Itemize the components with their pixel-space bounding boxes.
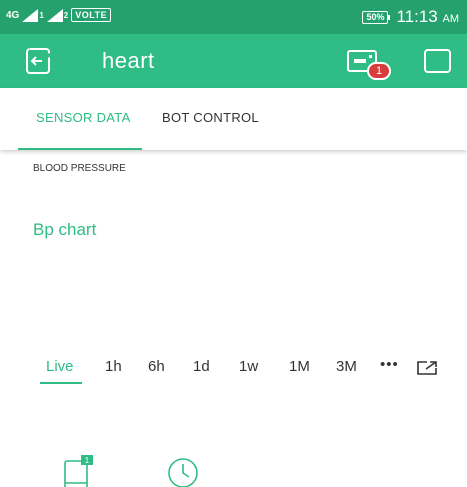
status-left: 4G 1 2 VOLTE	[6, 8, 112, 22]
more-options-icon[interactable]: •••	[380, 356, 399, 373]
status-right: 50% 11:13 AM	[362, 7, 459, 27]
tablet-icon[interactable]: 1	[63, 455, 93, 487]
section-label: BLOOD PRESSURE	[33, 163, 126, 174]
widget-badge: 1	[85, 456, 90, 465]
back-icon[interactable]	[22, 45, 54, 77]
notification-badge: 1	[367, 62, 391, 80]
range-1w[interactable]: 1w	[239, 358, 258, 375]
chart-title: Bp chart	[33, 220, 97, 239]
expand-icon[interactable]	[416, 360, 438, 376]
tab-bar: SENSOR DATA BOT CONTROL	[0, 88, 467, 150]
range-live[interactable]: Live	[46, 358, 74, 375]
status-clock: 11:13 AM	[396, 7, 459, 27]
active-range-indicator	[40, 382, 82, 384]
tab-bot-control[interactable]: BOT CONTROL	[162, 110, 259, 125]
active-tab-indicator	[18, 148, 142, 150]
network-type: 4G	[6, 9, 20, 21]
status-time: 11:13	[396, 7, 438, 26]
range-1h[interactable]: 1h	[105, 358, 122, 375]
app-bar: heart 1	[0, 34, 467, 88]
range-3m[interactable]: 3M	[336, 358, 357, 375]
volte-badge: VOLTE	[71, 8, 112, 22]
device-button[interactable]: 1	[347, 46, 393, 84]
square-icon[interactable]	[424, 49, 451, 73]
range-6h[interactable]: 6h	[148, 358, 165, 375]
sim-slot-1: 1	[39, 10, 44, 20]
range-1d[interactable]: 1d	[193, 358, 210, 375]
range-1m[interactable]: 1M	[289, 358, 310, 375]
status-ampm: AM	[442, 13, 460, 25]
sim-slot-2: 2	[63, 10, 69, 20]
signal-icon-2	[46, 8, 63, 22]
status-bar: 4G 1 2 VOLTE 50% 11:13 AM	[0, 0, 467, 34]
time-range-bar: Live 1h 6h 1d 1w 1M 3M •••	[0, 352, 467, 384]
signal-icon	[22, 8, 39, 22]
page-title: heart	[102, 48, 155, 73]
tab-sensor-data[interactable]: SENSOR DATA	[36, 110, 131, 125]
clock-icon[interactable]	[167, 455, 199, 487]
battery-indicator: 50%	[362, 10, 391, 24]
